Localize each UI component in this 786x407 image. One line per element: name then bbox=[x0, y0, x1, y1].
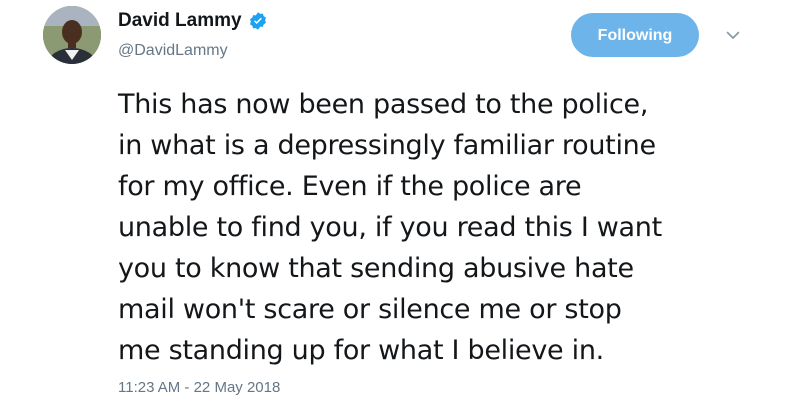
author-handle[interactable]: @DavidLammy bbox=[118, 41, 228, 61]
tweet-text-line: in what is a depressingly familiar routi… bbox=[118, 130, 656, 161]
author-name-row: David Lammy bbox=[118, 9, 268, 33]
avatar[interactable] bbox=[43, 6, 101, 64]
tweet-text-line: mail won't scare or silence me or stop bbox=[118, 294, 622, 325]
profile-photo-icon bbox=[43, 6, 101, 64]
tweet-text: This has now been passed to the police, … bbox=[118, 84, 758, 371]
tweet-text-line: you to know that sending abusive hate bbox=[118, 253, 634, 284]
tweet-text-line: for my office. Even if the police are bbox=[118, 171, 582, 202]
tweet-timestamp[interactable]: 11:23 AM - 22 May 2018 bbox=[118, 378, 280, 398]
verified-badge-icon bbox=[249, 12, 266, 30]
tweet-text-line: me standing up for what I believe in. bbox=[118, 335, 604, 366]
tweet-card: David Lammy @DavidLammy Following This h… bbox=[0, 0, 786, 407]
author-display-name[interactable]: David Lammy bbox=[118, 9, 242, 33]
chevron-down-icon[interactable] bbox=[725, 27, 741, 43]
tweet-text-line: unable to find you, if you read this I w… bbox=[118, 212, 662, 243]
tweet-text-line: This has now been passed to the police, bbox=[118, 89, 649, 120]
following-button[interactable]: Following bbox=[571, 13, 699, 57]
